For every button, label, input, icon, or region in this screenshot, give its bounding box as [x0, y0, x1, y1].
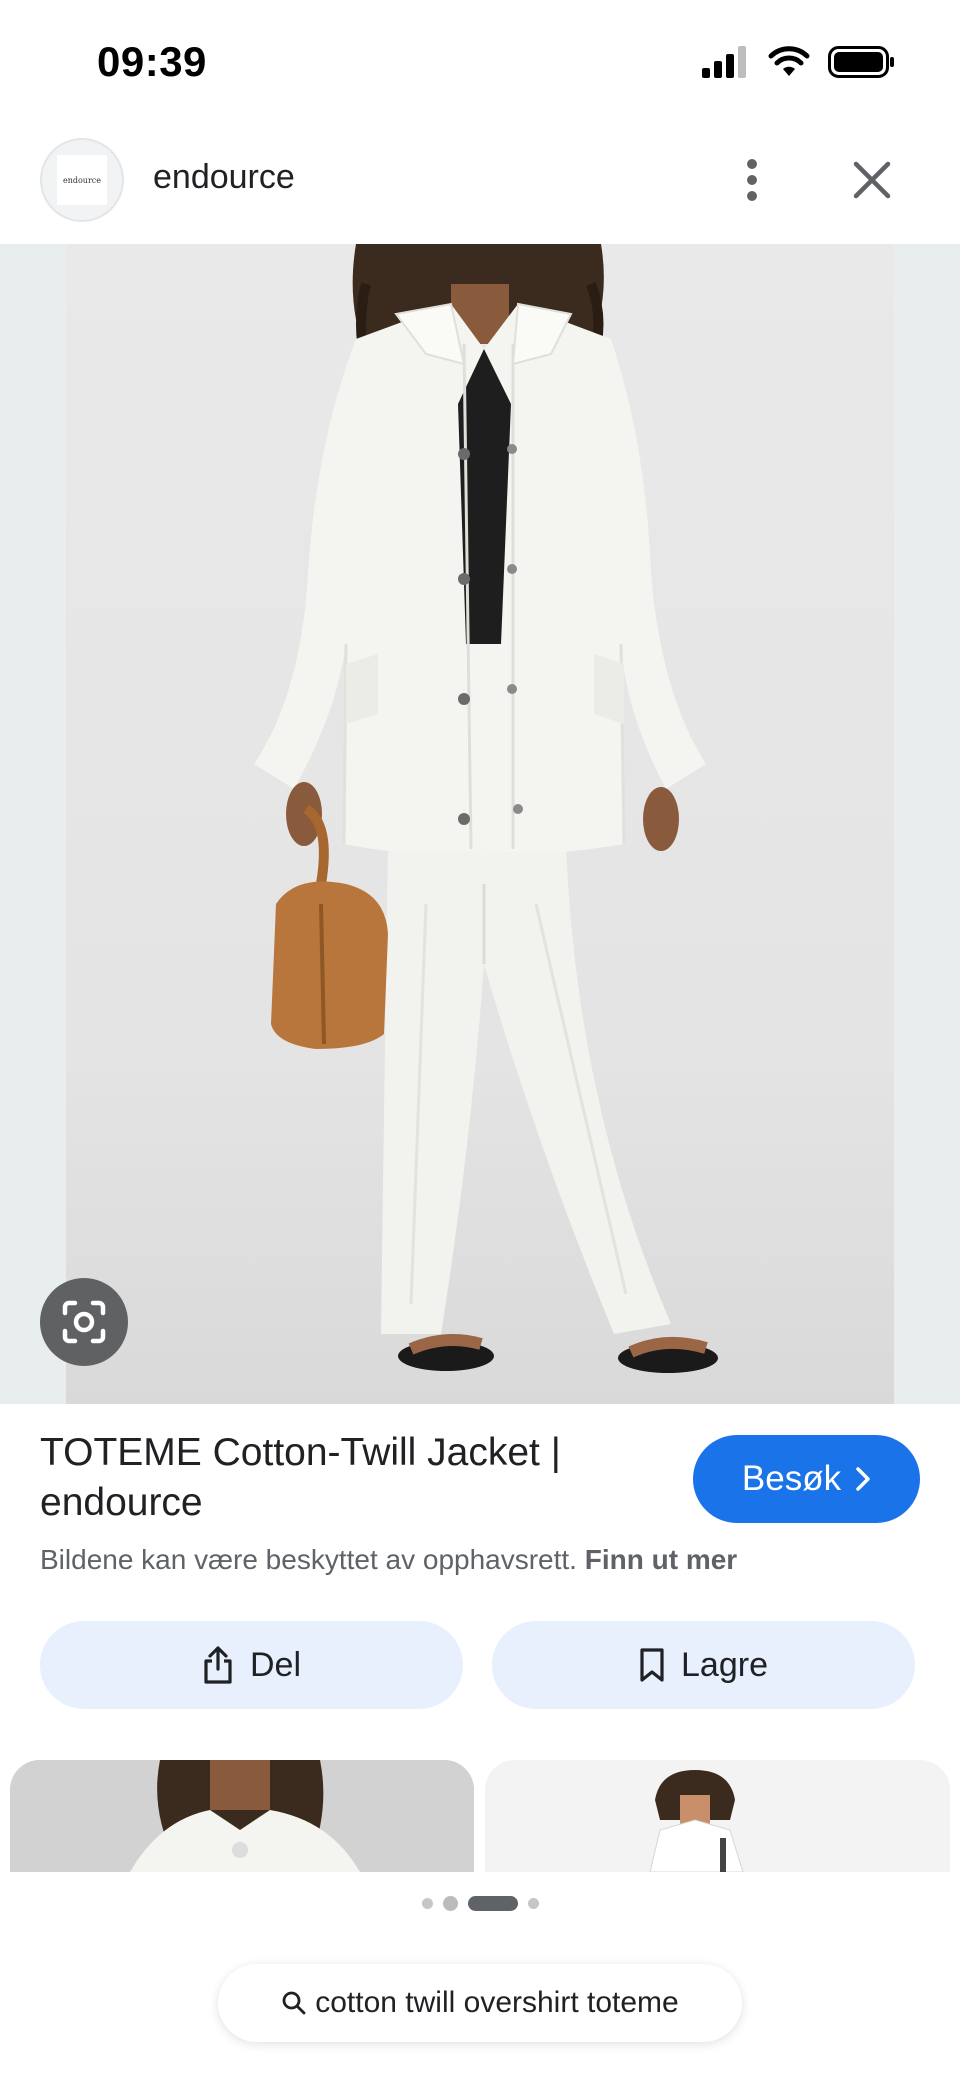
save-button-label: Lagre [681, 1645, 768, 1684]
save-button[interactable]: Lagre [492, 1621, 915, 1709]
search-icon [282, 1991, 306, 2015]
chevron-right-icon [856, 1467, 870, 1491]
wifi-icon [768, 46, 810, 76]
related-image-thumbnail[interactable] [485, 1760, 950, 1872]
related-image-thumbnail[interactable] [10, 1760, 474, 1872]
page-dot-active [467, 1896, 518, 1911]
more-vertical-icon [747, 159, 757, 201]
share-button[interactable]: Del [40, 1621, 463, 1709]
status-time: 09:39 [97, 38, 207, 85]
learn-more-link[interactable]: Finn ut mer [585, 1544, 737, 1575]
share-button-label: Del [249, 1645, 302, 1684]
status-icons [702, 46, 896, 78]
model-illustration [254, 244, 718, 1373]
visit-button[interactable]: Besøk [693, 1435, 920, 1523]
more-options-button[interactable] [728, 148, 776, 212]
site-logo-text: endource [57, 155, 107, 205]
search-query-text: cotton twill overshirt toteme [315, 1986, 679, 2019]
lens-search-button[interactable] [40, 1278, 128, 1366]
bottom-bar: cotton twill overshirt toteme [0, 1872, 960, 2078]
result-title[interactable]: TOTEME Cotton-Twill Jacket | endource [40, 1428, 640, 1528]
image-viewer[interactable] [0, 244, 960, 1404]
site-name[interactable]: endource [153, 158, 295, 197]
battery-icon [828, 46, 894, 78]
result-header: endource endource [0, 128, 960, 244]
status-bar: 09:39 [0, 0, 960, 128]
search-query-pill[interactable]: cotton twill overshirt toteme [218, 1964, 742, 2042]
page-dot [527, 1898, 539, 1909]
close-icon [853, 161, 891, 199]
visit-button-label: Besøk [741, 1459, 842, 1498]
page-dot [421, 1898, 433, 1909]
cellular-signal-icon [702, 46, 746, 78]
product-image[interactable] [66, 244, 894, 1404]
close-button[interactable] [840, 148, 904, 212]
thumbnail-image [485, 1760, 950, 1872]
page-dot [442, 1896, 458, 1911]
site-logo[interactable]: endource [40, 138, 124, 222]
share-icon [204, 1646, 232, 1684]
bookmark-icon [640, 1648, 664, 1682]
google-lens-icon [62, 1300, 106, 1344]
copyright-notice: Bildene kan være beskyttet av opphavsret… [40, 1544, 737, 1576]
copyright-text: Bildene kan være beskyttet av opphavsret… [40, 1544, 577, 1575]
thumbnail-image [10, 1760, 474, 1872]
page-indicator [0, 1896, 960, 1911]
